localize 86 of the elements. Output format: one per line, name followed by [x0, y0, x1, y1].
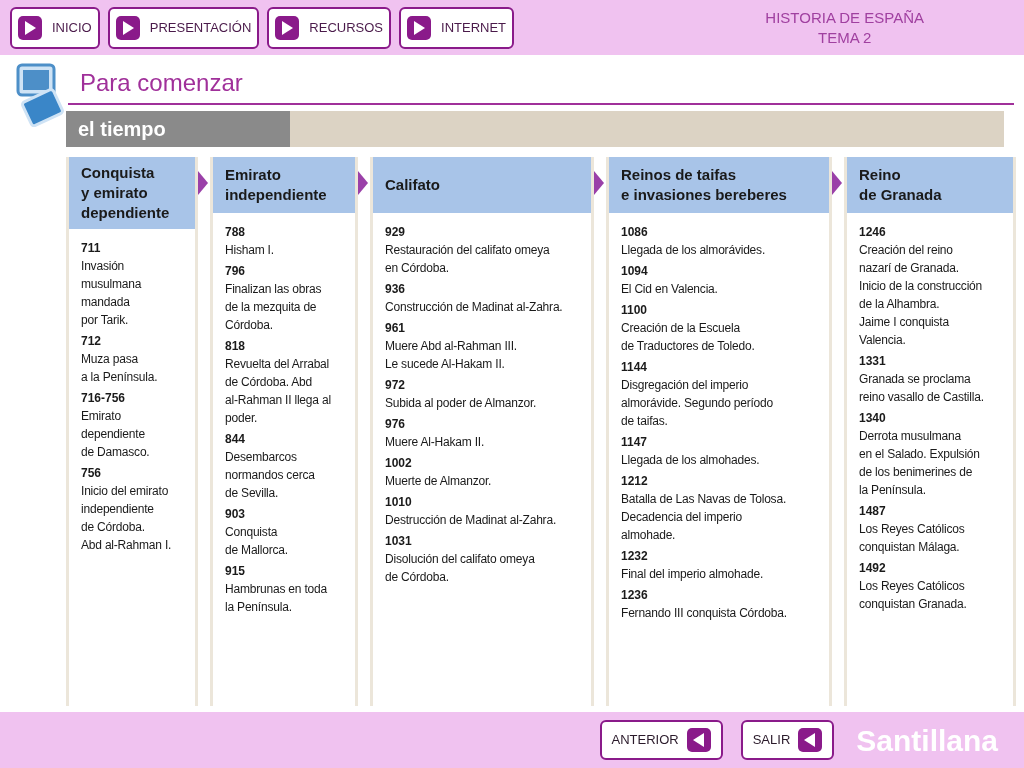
event-year: 716-756 [81, 390, 127, 407]
event-text: Fernando III conquista Córdoba. [621, 605, 788, 622]
event-year: 1212 [621, 473, 649, 490]
event-year: 915 [225, 563, 247, 580]
event-text: Los Reyes Católicos conquistan Málaga. [859, 521, 966, 556]
event-text: Emirato dependiente de Damasco. [81, 408, 151, 461]
event-text: Disolución del califato omeya de Córdoba. [385, 551, 536, 586]
footer-button[interactable]: ANTERIOR [599, 720, 723, 760]
event-year: 1331 [859, 353, 887, 370]
event-year: 903 [225, 506, 247, 523]
play-icon [407, 15, 432, 40]
event-text: Batalla de Las Navas de Tolosa. Decadencia del imperio almohade. [621, 491, 788, 544]
unit-title: TEMA 2 [818, 27, 872, 48]
event-text: El Cid en Valencia. [621, 281, 719, 298]
event-year: 1232 [621, 548, 649, 565]
arrow-icon [358, 171, 368, 195]
period-header: Reino de Granada [847, 157, 1013, 213]
event-year: 972 [385, 377, 407, 394]
period-header: Conquista y emirato dependiente [69, 157, 195, 229]
arrow-icon [198, 171, 208, 195]
event-year: 1144 [621, 359, 649, 376]
event-year: 1246 [859, 224, 887, 241]
arrow-icon [832, 171, 842, 195]
event-year: 818 [225, 338, 247, 355]
event-year: 976 [385, 416, 407, 433]
nav-button[interactable]: PRESENTACIÓN [107, 6, 260, 49]
event-text: Creación del reino nazarí de Granada. Inicio de la construcción de la Alhambra. Jaime I conquista Valencia. [859, 242, 984, 349]
event-text: Llegada de los almohades. [621, 452, 761, 469]
period-header: Emirato independiente [213, 157, 355, 213]
event-year: 844 [225, 431, 247, 448]
event-text: Desembarcos normandos cerca de Sevilla. [225, 449, 316, 502]
event-year: 1031 [385, 533, 413, 550]
event-year: 961 [385, 320, 407, 337]
play-icon [18, 15, 42, 40]
event-text: Conquista de Mallorca. [225, 524, 289, 559]
event-text: Finalizan las obras de la mezquita de Córdoba. [225, 281, 323, 334]
event-year: 711 [81, 240, 102, 257]
event-year: 1086 [621, 224, 649, 241]
arrow-icon [594, 171, 604, 195]
event-text: Destrucción de Madinat al-Zahra. [385, 512, 558, 529]
event-year: 756 [81, 465, 103, 482]
play-icon [115, 15, 140, 40]
event-year: 1487 [859, 503, 887, 520]
event-text: Invasión musulmana mandada por Tarik. [81, 258, 143, 329]
event-text: Los Reyes Católicos conquistan Granada. [859, 578, 968, 613]
event-year: 1340 [859, 410, 887, 427]
event-text: Creación de la Escuela de Traductores de Toledo. [621, 320, 756, 355]
event-text: Restauración del califato omeya en Córdoba. [385, 242, 551, 277]
nav-button[interactable]: RECURSOS [267, 6, 392, 49]
period-header: Califato [373, 157, 591, 213]
footer-button[interactable]: SALIR [740, 720, 835, 760]
course-title: HISTORIA DE ESPAÑA [765, 7, 924, 28]
event-text: Construcción de Madinat al-Zahra. [385, 299, 564, 316]
event-text: Muere Abd al-Rahman III. Le sucede Al-Hakam II. [385, 338, 518, 373]
event-text: Subida al poder de Almanzor. [385, 395, 538, 412]
brand-logo: Santillana [856, 722, 998, 759]
event-text: Disgregación del imperio almorávide. Segundo período de taifas. [621, 377, 775, 430]
event-year: 1010 [385, 494, 413, 511]
event-year: 1094 [621, 263, 649, 280]
nav-button[interactable]: INICIO [10, 6, 100, 49]
event-year: 1100 [621, 302, 649, 319]
event-text: Derrota musulmana en el Salado. Expulsión de los benimerines de la Península. [859, 428, 981, 499]
section-label: el tiempo [66, 111, 290, 147]
event-text: Muere Al-Hakam II. [385, 434, 486, 451]
event-year: 936 [385, 281, 407, 298]
event-text: Revuelta del Arrabal de Córdoba. Abd al-Rahman II llega al poder. [225, 356, 332, 427]
event-text: Hambrunas en toda la Península. [225, 581, 328, 616]
event-year: 796 [225, 263, 247, 280]
event-year: 788 [225, 224, 247, 241]
play-icon [275, 15, 300, 40]
page-title: Para comenzar [80, 69, 243, 96]
event-text: Muza pasa a la Península. [81, 351, 159, 386]
event-text: Final del imperio almohade. [621, 566, 764, 583]
event-text: Llegada de los almorávides. [621, 242, 767, 259]
event-year: 712 [81, 333, 103, 350]
event-year: 1492 [859, 560, 887, 577]
event-text: Granada se proclama reino vasallo de Castilla. [859, 371, 985, 406]
nav-button[interactable]: INTERNET [399, 6, 515, 49]
event-year: 1002 [385, 455, 413, 472]
event-text: Muerte de Almanzor. [385, 473, 493, 490]
event-text: Hisham I. [225, 242, 275, 259]
period-header: Reinos de taifas e invasiones bereberes [609, 157, 829, 213]
event-year: 1236 [621, 587, 649, 604]
event-year: 929 [385, 224, 407, 241]
event-year: 1147 [621, 434, 649, 451]
event-text: Inicio del emirato independiente de Córdoba. Abd al-Rahman I. [81, 483, 173, 554]
